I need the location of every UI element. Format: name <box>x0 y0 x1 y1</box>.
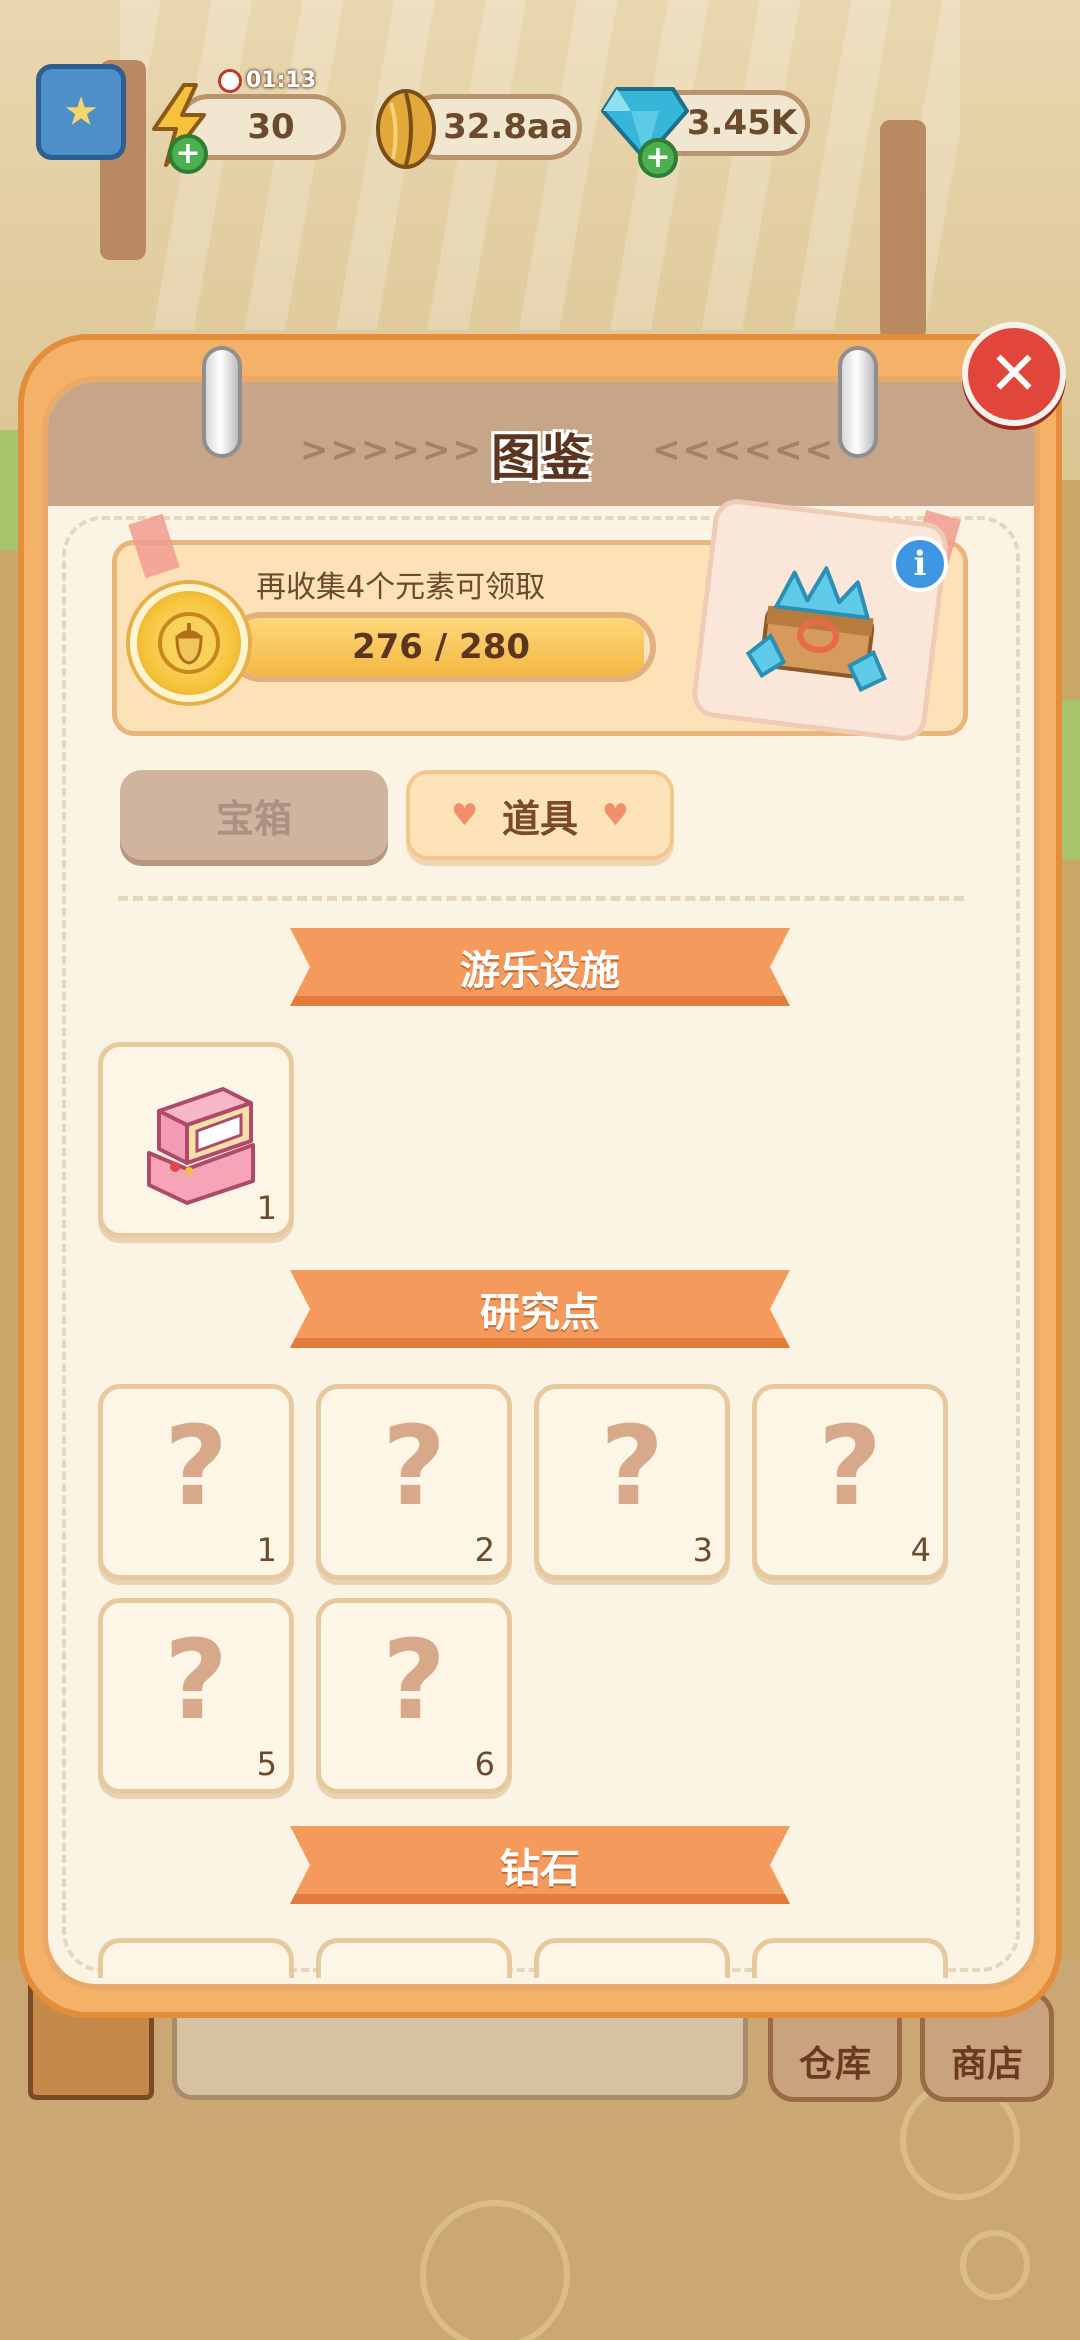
close-icon: ✕ <box>988 339 1040 409</box>
gems-value: 3.45K <box>686 103 798 143</box>
section-ribbon-rides: 游乐设施 <box>290 928 790 1006</box>
section-divider <box>118 896 964 901</box>
progress-count: 276 / 280 <box>351 627 531 667</box>
energy-value: 30 <box>247 107 295 147</box>
panel-title: 图鉴 <box>491 429 591 487</box>
add-energy-button[interactable]: + <box>168 134 208 174</box>
section-title: 钻石 <box>500 1846 580 1892</box>
seed-icon <box>368 82 444 172</box>
heart-icon: ♥ <box>602 797 629 833</box>
section-title: 游乐设施 <box>460 948 620 994</box>
warehouse-label: 仓库 <box>798 2044 871 2085</box>
gem-chest-icon <box>745 566 887 693</box>
background-bubble <box>960 2230 1030 2300</box>
card-number: 5 <box>256 1745 277 1783</box>
binder-ring-left <box>202 346 242 458</box>
acorn-coin-icon <box>130 584 248 702</box>
card-number: 1 <box>256 1189 277 1227</box>
seeds-value: 32.8aa <box>443 107 573 147</box>
collection-card-partial[interactable] <box>98 1938 294 1978</box>
progress-label: 再收集4个元素可领取 <box>256 570 546 605</box>
question-mark-icon: ? <box>164 1402 228 1530</box>
tab-items[interactable]: ♥ 道具 ♥ <box>406 770 674 860</box>
clock-icon <box>218 68 242 93</box>
card-number: 2 <box>474 1531 495 1569</box>
shop-label: 商店 <box>950 2044 1023 2085</box>
tab-chest-label: 宝箱 <box>215 796 292 841</box>
binder-ring-right <box>838 346 878 458</box>
heart-icon: ♥ <box>451 797 478 833</box>
tab-chest[interactable]: 宝箱 <box>120 770 388 860</box>
card-number: 1 <box>256 1531 277 1569</box>
card-number: 3 <box>692 1531 713 1569</box>
background-light-rays <box>120 0 960 330</box>
background-pillar <box>880 120 926 340</box>
star-icon: ★ <box>63 89 99 135</box>
background-foliage <box>1060 700 1080 860</box>
section-title: 研究点 <box>480 1290 600 1336</box>
collection-card-partial[interactable] <box>316 1938 512 1978</box>
close-button[interactable]: ✕ <box>962 322 1066 426</box>
energy-timer: 01:13 <box>218 68 316 93</box>
locked-card[interactable]: ? 2 <box>316 1384 512 1580</box>
energy-timer-text: 01:13 <box>246 68 317 93</box>
collection-card-partial[interactable] <box>752 1938 948 1978</box>
reward-chest-card[interactable] <box>689 496 951 744</box>
question-mark-icon: ? <box>382 1616 446 1744</box>
card-number: 4 <box>910 1531 931 1569</box>
locked-card[interactable]: ? 6 <box>316 1598 512 1794</box>
tab-items-label: 道具 <box>501 796 578 841</box>
question-mark-icon: ? <box>382 1402 446 1530</box>
card-number: 6 <box>474 1745 495 1783</box>
collection-card[interactable]: 1 <box>98 1042 294 1238</box>
question-mark-icon: ? <box>818 1402 882 1530</box>
section-ribbon-diamond: 钻石 <box>290 1826 790 1904</box>
locked-card[interactable]: ? 5 <box>98 1598 294 1794</box>
add-gems-button[interactable]: + <box>638 138 678 178</box>
question-mark-icon: ? <box>164 1616 228 1744</box>
section-ribbon-research: 研究点 <box>290 1270 790 1348</box>
arcade-machine-icon <box>147 1087 255 1205</box>
question-mark-icon: ? <box>600 1402 664 1530</box>
info-button[interactable]: i <box>892 536 948 592</box>
background-bubble <box>420 2200 570 2340</box>
locked-card[interactable]: ? 1 <box>98 1384 294 1580</box>
locked-card[interactable]: ? 3 <box>534 1384 730 1580</box>
collection-book-button[interactable]: ★ <box>36 64 126 160</box>
collection-card-partial[interactable] <box>534 1938 730 1978</box>
locked-card[interactable]: ? 4 <box>752 1384 948 1580</box>
